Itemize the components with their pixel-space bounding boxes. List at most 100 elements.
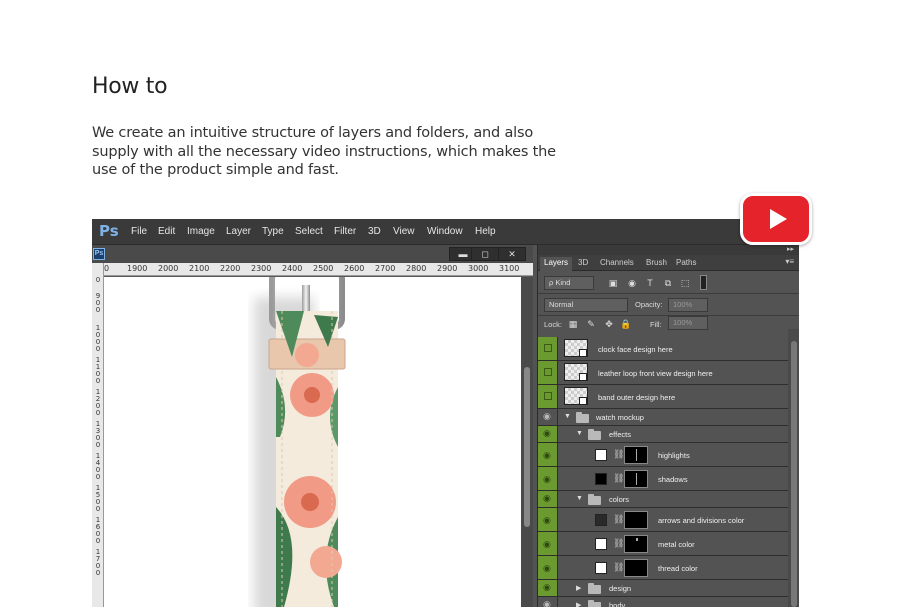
opacity-input[interactable]: 100%	[668, 298, 708, 312]
tab-layers[interactable]: Layers	[540, 257, 573, 271]
shape-filter-icon[interactable]: ⧉	[663, 278, 673, 288]
menu-image[interactable]: Image	[187, 226, 215, 237]
layer-row[interactable]: clock face design here	[538, 337, 788, 361]
tab-paths[interactable]: Paths	[672, 257, 700, 269]
visibility-toggle[interactable]: ◉	[538, 556, 558, 579]
filter-toggle-icon[interactable]	[700, 275, 707, 290]
visibility-toggle[interactable]: ◉	[538, 491, 558, 507]
layer-row[interactable]: band outer design here	[538, 385, 788, 409]
visibility-toggle[interactable]: ◉	[538, 409, 558, 425]
layer-row[interactable]: ◉ ⛓ thread color	[538, 556, 788, 580]
maximize-button[interactable]: ◻	[471, 247, 499, 261]
layer-row[interactable]: leather loop front view design here	[538, 361, 788, 385]
visibility-toggle[interactable]: ◉	[538, 532, 558, 555]
visibility-toggle[interactable]	[538, 385, 558, 408]
eye-icon: ◉	[543, 563, 551, 573]
tab-brush[interactable]: Brush	[642, 257, 671, 269]
fill-label: Fill:	[650, 320, 662, 329]
document-area: Ps ▬ ◻ ✕ 0 1900 2000 2100 2200 2300 2400…	[92, 245, 533, 607]
watch-strap-illustration	[254, 277, 346, 607]
menu-view[interactable]: View	[393, 226, 415, 237]
eye-icon: ◉	[543, 411, 551, 421]
layer-row[interactable]: ◉ ⛓ highlights	[538, 443, 788, 467]
menu-file[interactable]: File	[131, 226, 147, 237]
layer-row[interactable]: ◉ ⛓ arrows and divisions color	[538, 508, 788, 532]
layer-group-row[interactable]: ◉ ▼ effects	[538, 426, 788, 443]
layer-mask	[624, 511, 648, 529]
filter-kind-select[interactable]: ρ Kind	[544, 276, 594, 290]
layer-name: thread color	[658, 564, 698, 573]
photoshop-window: Ps File Edit Image Layer Type Select Fil…	[92, 219, 799, 607]
ruler-tick: 2500	[313, 264, 334, 273]
layers-scroll-thumb[interactable]	[791, 341, 797, 607]
layer-group-row[interactable]: ◉ ▶ body	[538, 597, 788, 607]
layer-name: leather loop front view design here	[598, 369, 713, 378]
panel-menu-icon[interactable]: ▾≡	[785, 257, 794, 266]
menu-select[interactable]: Select	[295, 226, 323, 237]
visibility-toggle[interactable]: ◉	[538, 443, 558, 466]
menu-layer[interactable]: Layer	[226, 226, 251, 237]
layer-mask	[624, 446, 648, 464]
visibility-toggle[interactable]	[538, 337, 558, 360]
page-heading: How to	[92, 74, 168, 99]
layer-row[interactable]: ◉ ⛓ metal color	[538, 532, 788, 556]
close-button[interactable]: ✕	[498, 247, 526, 261]
type-filter-icon[interactable]: T	[645, 278, 655, 288]
ruler-tick: 3100	[499, 264, 520, 273]
tab-3d[interactable]: 3D	[574, 257, 592, 269]
visibility-toggle[interactable]	[538, 361, 558, 384]
visibility-toggle[interactable]: ◉	[538, 467, 558, 490]
lock-all-icon[interactable]: 🔒	[620, 319, 631, 329]
layers-scrollbar[interactable]	[788, 329, 799, 607]
layer-name: colors	[609, 495, 630, 504]
visibility-toggle[interactable]: ◉	[538, 426, 558, 442]
menu-bar: Ps File Edit Image Layer Type Select Fil…	[92, 219, 799, 245]
visibility-toggle[interactable]: ◉	[538, 597, 558, 607]
menu-edit[interactable]: Edit	[158, 226, 175, 237]
ruler-tick: 2700	[375, 264, 396, 273]
lock-row: Lock: ▦ ✎ ✥ 🔒 Fill: 100%	[538, 316, 799, 330]
layer-group-row[interactable]: ◉ ▼ watch mockup	[538, 409, 788, 426]
ruler-tick: 1 3 0 0	[95, 420, 101, 449]
menu-filter[interactable]: Filter	[334, 226, 356, 237]
ruler-tick: 0	[104, 264, 110, 273]
link-icon: ⛓	[613, 449, 625, 459]
menu-type[interactable]: Type	[262, 226, 284, 237]
pixel-filter-icon[interactable]: ▣	[608, 278, 618, 288]
lock-pixels-icon[interactable]: ✎	[586, 319, 596, 329]
layer-name: design	[609, 584, 632, 593]
canvas-scrollbar[interactable]	[521, 277, 533, 607]
visibility-toggle[interactable]: ◉	[538, 580, 558, 596]
layer-name: highlights	[658, 451, 690, 460]
document-canvas[interactable]	[104, 277, 521, 607]
layer-group-row[interactable]: ◉ ▼ colors	[538, 491, 788, 508]
menu-window[interactable]: Window	[427, 226, 463, 237]
page-description: We create an intuitive structure of laye…	[92, 125, 556, 178]
panel-collapse-icon[interactable]: ▸▸	[787, 245, 794, 253]
smart-object-filter-icon[interactable]: ⬚	[680, 278, 690, 288]
menu-3d[interactable]: 3D	[368, 226, 381, 237]
fill-input[interactable]: 100%	[668, 316, 708, 330]
lock-transparent-icon[interactable]: ▦	[568, 319, 578, 329]
layer-row[interactable]: ◉ ⛓ shadows	[538, 467, 788, 491]
opacity-label: Opacity:	[635, 300, 663, 309]
layer-name: shadows	[658, 475, 688, 484]
link-icon: ⛓	[613, 538, 625, 548]
tab-channels[interactable]: Channels	[596, 257, 638, 269]
adjustment-filter-icon[interactable]: ◉	[627, 278, 637, 288]
youtube-play-button[interactable]	[740, 193, 812, 245]
layer-mask	[624, 559, 648, 577]
collapsed-arrow-icon: ▶	[576, 602, 582, 607]
layers-list: clock face design here leather loop fron…	[538, 329, 788, 607]
blend-mode-select[interactable]: Normal	[544, 298, 628, 312]
layer-group-row[interactable]: ◉ ▶ design	[538, 580, 788, 597]
eye-icon: ◉	[543, 539, 551, 549]
eye-icon: ◉	[543, 515, 551, 525]
eye-icon: ◉	[543, 474, 551, 484]
visibility-toggle[interactable]: ◉	[538, 508, 558, 531]
layer-thumbnail	[564, 387, 588, 405]
lock-position-icon[interactable]: ✥	[604, 319, 614, 329]
folder-icon	[588, 429, 601, 440]
canvas-scroll-thumb[interactable]	[524, 367, 530, 527]
menu-help[interactable]: Help	[475, 226, 496, 237]
